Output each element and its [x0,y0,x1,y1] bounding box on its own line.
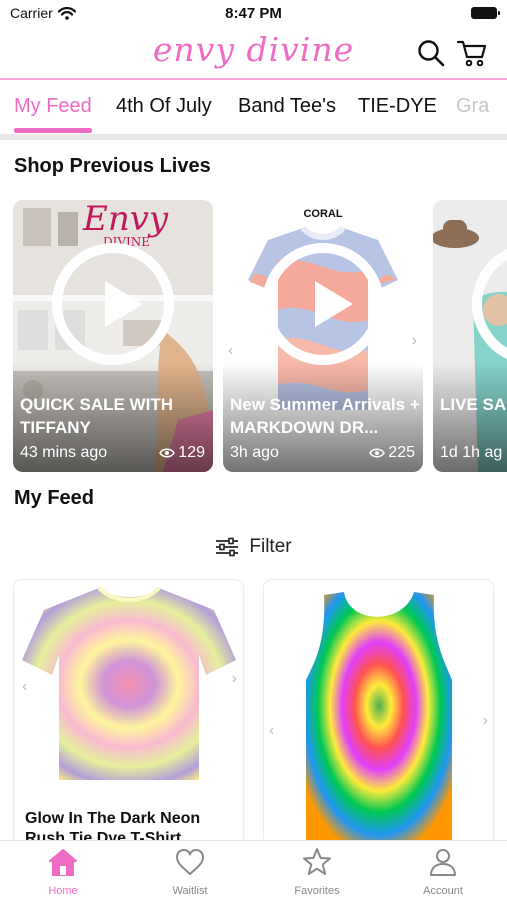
active-tab-indicator [14,128,92,133]
bottom-nav: Home Waitlist Favorites Account [0,840,507,900]
nav-account-label: Account [423,885,463,897]
prev-arrow-icon[interactable]: ‹ [269,722,274,740]
live-views: 129 [159,444,205,462]
product-card[interactable]: ‹ › Glow In The Dark Neon Rush Tie Dye T… [14,580,243,845]
next-arrow-icon[interactable]: › [412,332,417,350]
live-views: 225 [369,444,415,462]
product-image [306,592,452,845]
feed-heading: My Feed [14,487,95,509]
live-card[interactable]: CORAL ‹ › New Summer Arrivals + MARKDOWN… [223,200,423,472]
tab-graphic[interactable]: Gra [456,95,489,118]
live-title: LIVE SAL [440,395,507,414]
prev-arrow-icon[interactable]: ‹ [22,678,27,696]
product-image [22,586,236,780]
nav-waitlist[interactable]: Waitlist [127,841,253,900]
live-card[interactable]: LIVE SAL 1d 1h ag [433,200,507,472]
eye-icon [369,448,386,458]
live-title: QUICK SALE WITH TIFFANY [20,395,173,437]
battery-icon [471,7,500,19]
eye-icon [159,448,176,458]
sliders-icon [216,537,239,557]
search-icon[interactable] [416,38,446,68]
live-card[interactable]: Envy DIVINE QUICK SALE WITH TIFFANY 43 m… [13,200,213,472]
previous-lives-heading: Shop Previous Lives [14,155,211,177]
category-tabs: My Feed 4th Of July Band Tee's TIE-DYE G… [0,80,507,136]
status-bar: Carrier 8:47 PM [0,0,507,28]
nav-favorites[interactable]: Favorites [254,841,380,900]
status-time: 8:47 PM [225,5,282,22]
nav-favorites-label: Favorites [294,885,340,897]
live-time: 3h ago [230,444,279,461]
app-header: envy divine [0,28,507,78]
svg-text:Envy: Envy [82,200,169,239]
tabs-divider [0,134,507,140]
product-tag: CORAL [303,208,343,220]
live-title: New Summer Arrivals + MARKDOWN DR... [230,395,420,437]
next-arrow-icon[interactable]: › [483,712,488,730]
nav-home[interactable]: Home [0,841,126,900]
cart-icon[interactable] [456,38,487,68]
tab-4th-of-july[interactable]: 4th Of July [116,95,212,118]
tab-my-feed[interactable]: My Feed [14,95,92,118]
play-icon[interactable] [52,243,174,365]
views-count: 129 [178,444,205,461]
nav-home-label: Home [48,885,78,897]
filter-label: Filter [249,536,292,557]
nav-account[interactable]: Account [380,841,506,900]
prev-arrow-icon[interactable]: ‹ [228,342,233,360]
user-icon [430,849,456,876]
product-card[interactable]: ‹ › [264,580,493,845]
tab-tie-dye[interactable]: TIE-DYE [358,95,437,118]
star-icon [303,848,331,875]
nav-waitlist-label: Waitlist [172,885,208,897]
filter-button[interactable]: Filter [0,532,507,562]
views-count: 225 [388,444,415,461]
heart-icon [175,848,205,876]
play-icon[interactable] [262,243,384,365]
next-arrow-icon[interactable]: › [232,670,237,688]
home-icon [49,849,77,876]
live-time: 1d 1h ag [440,444,503,461]
tab-band-tees[interactable]: Band Tee's [238,95,336,118]
live-time: 43 mins ago [20,444,108,461]
